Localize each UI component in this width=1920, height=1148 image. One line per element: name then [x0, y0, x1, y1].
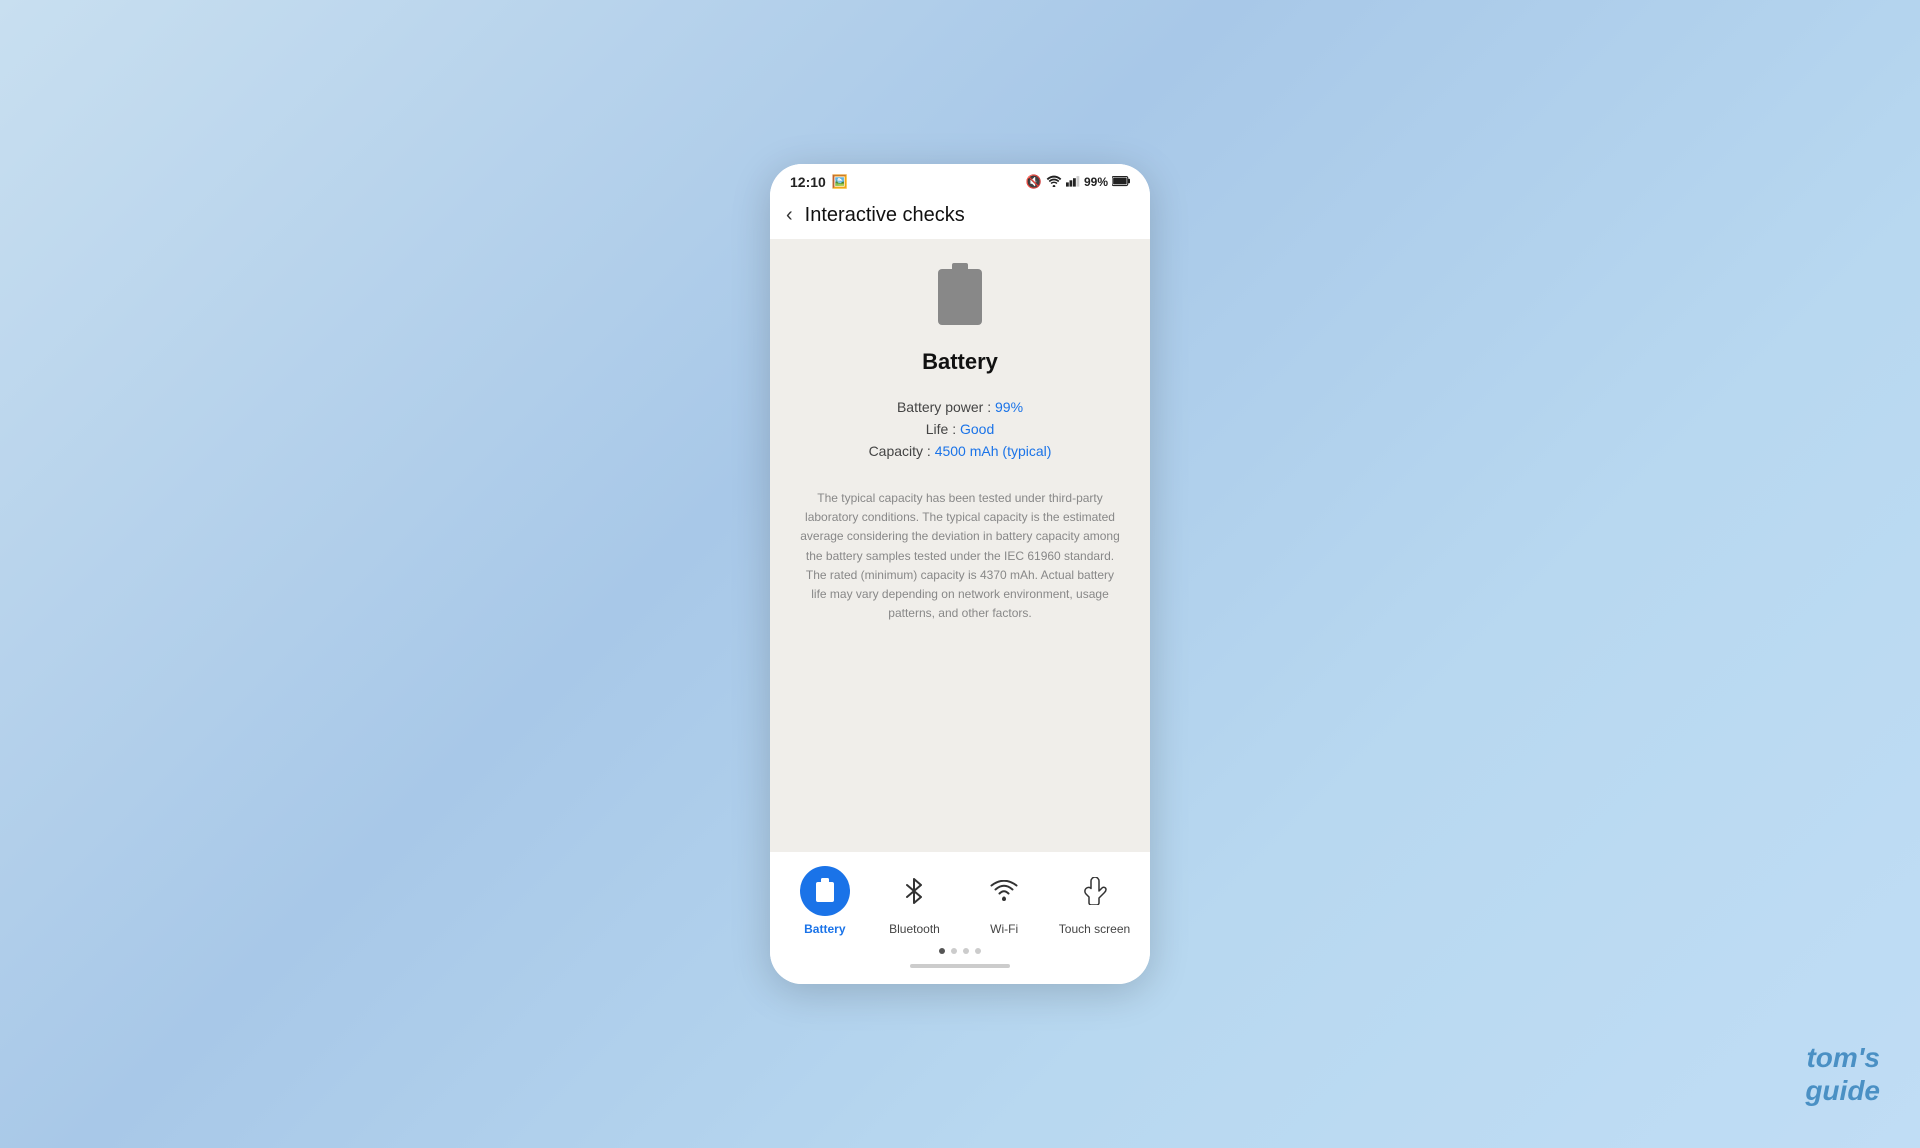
nav-item-battery[interactable]: Battery [790, 866, 860, 936]
wifi-status-icon [1046, 175, 1062, 190]
life-label: Life : [926, 421, 960, 437]
signal-icon [1066, 175, 1080, 190]
nav-label-battery: Battery [804, 922, 845, 936]
nav-label-wifi: Wi-Fi [990, 922, 1018, 936]
capacity-value: 4500 mAh (typical) [935, 443, 1052, 459]
power-value: 99% [995, 399, 1023, 415]
status-time: 12:10 [790, 174, 826, 190]
touch-nav-icon [1069, 866, 1119, 916]
power-label: Battery power : [897, 399, 995, 415]
nav-item-bluetooth[interactable]: Bluetooth [879, 866, 949, 936]
toms-guide-watermark: tom's guide [1805, 1041, 1880, 1108]
wifi-nav-icon [979, 866, 1029, 916]
status-bar: 12:10 🖼️ 🔇 99% [770, 164, 1150, 196]
main-content: Battery Battery power : 99% Life : Good … [770, 239, 1150, 852]
nav-item-wifi[interactable]: Wi-Fi [969, 866, 1039, 936]
nav-label-bluetooth: Bluetooth [889, 922, 940, 936]
bottom-nav: Battery Bluetooth [770, 852, 1150, 984]
pagination-dots [770, 944, 1150, 964]
capacity-stat-row: Capacity : 4500 mAh (typical) [790, 443, 1130, 459]
watermark-line2: guide [1805, 1075, 1880, 1106]
battery-stats: Battery power : 99% Life : Good Capacity… [790, 399, 1130, 465]
dot-1 [939, 948, 945, 954]
power-stat-row: Battery power : 99% [790, 399, 1130, 415]
app-header: ‹ Interactive checks [770, 196, 1150, 239]
nav-item-touchscreen[interactable]: Touch screen [1059, 866, 1130, 936]
life-stat-row: Life : Good [790, 421, 1130, 437]
battery-nav-icon-circle [800, 866, 850, 916]
photo-icon: 🖼️ [832, 174, 848, 190]
capacity-label: Capacity : [869, 443, 935, 459]
life-value: Good [960, 421, 994, 437]
dot-3 [963, 948, 969, 954]
dot-2 [951, 948, 957, 954]
dot-4 [975, 948, 981, 954]
status-left: 12:10 🖼️ [790, 174, 848, 190]
back-button[interactable]: ‹ [786, 204, 793, 227]
battery-status-icon [1112, 175, 1130, 190]
watermark-line1: tom's [1806, 1042, 1880, 1073]
disclaimer-text: The typical capacity has been tested und… [790, 489, 1130, 623]
battery-status-percent: 99% [1084, 175, 1108, 189]
status-right: 🔇 99% [1026, 174, 1130, 190]
battery-section-title: Battery [922, 349, 998, 375]
nav-items: Battery Bluetooth [770, 852, 1150, 944]
phone-frame: 12:10 🖼️ 🔇 99% [770, 164, 1150, 984]
home-indicator [910, 964, 1010, 968]
bluetooth-nav-icon [889, 866, 939, 916]
battery-icon-large [938, 269, 982, 325]
page-title: Interactive checks [805, 204, 965, 227]
mute-icon: 🔇 [1026, 174, 1042, 190]
nav-label-touchscreen: Touch screen [1059, 922, 1130, 936]
